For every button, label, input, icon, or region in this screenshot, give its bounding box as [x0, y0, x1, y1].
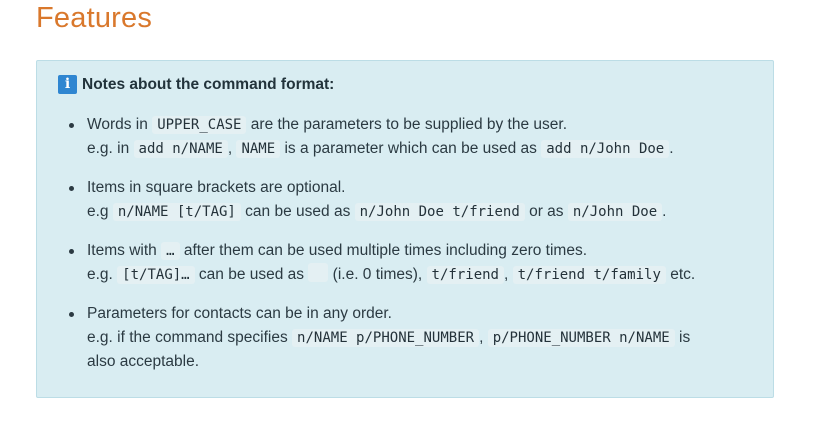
text: , — [503, 266, 513, 283]
text: e.g. — [87, 266, 118, 283]
text: Items in square brackets are optional. — [87, 179, 346, 196]
notes-callout: i Notes about the command format: Words … — [36, 60, 774, 398]
inline-code: add n/NAME — [133, 140, 228, 158]
text: e.g — [87, 203, 113, 220]
text: is a parameter which can be used as — [280, 140, 542, 157]
list-item: Items with … after them can be used mult… — [69, 239, 753, 287]
inline-code: UPPER_CASE — [152, 116, 247, 134]
notes-list: Words in UPPER_CASE are the parameters t… — [69, 113, 753, 389]
text: etc. — [665, 266, 696, 283]
text: , — [479, 329, 488, 346]
list-item-line: e.g. if the command specifies n/NAME p/P… — [87, 326, 753, 350]
text: or as — [524, 203, 568, 220]
info-icon: i — [58, 75, 77, 94]
text: . — [669, 140, 674, 157]
empty-inline-code — [308, 263, 329, 282]
list-item-line: also acceptable. — [87, 350, 753, 374]
notes-title: Notes about the command format: — [82, 75, 335, 93]
list-item: Words in UPPER_CASE are the parameters t… — [69, 113, 753, 161]
inline-code: [t/TAG]… — [117, 266, 195, 284]
notes-title-row: i Notes about the command format: — [58, 75, 334, 94]
list-item: Parameters for contacts can be in any or… — [69, 302, 753, 374]
text: e.g. in — [87, 140, 134, 157]
text: . — [662, 203, 667, 220]
list-item: Items in square brackets are optional. e… — [69, 176, 753, 224]
text: can be used as — [240, 203, 355, 220]
list-item-line: e.g n/NAME [t/TAG] can be used as n/John… — [87, 200, 753, 224]
list-item-line: Items with … after them can be used mult… — [87, 239, 753, 263]
text: is — [674, 329, 691, 346]
inline-code: … — [161, 242, 180, 260]
inline-code: n/John Doe t/friend — [354, 203, 525, 221]
text: are the parameters to be supplied by the… — [246, 116, 568, 133]
inline-code: NAME — [236, 140, 281, 158]
page: Features i Notes about the command forma… — [0, 0, 824, 434]
text: (i.e. 0 times), — [328, 266, 427, 283]
list-item-line: Parameters for contacts can be in any or… — [87, 302, 753, 326]
text: Parameters for contacts can be in any or… — [87, 305, 392, 322]
inline-code: t/friend t/family — [512, 266, 666, 284]
inline-code: add n/John Doe — [541, 140, 670, 158]
inline-code: p/PHONE_NUMBER n/NAME — [487, 329, 675, 347]
text: Items with — [87, 242, 162, 259]
list-item-line: e.g. [t/TAG]… can be used as (i.e. 0 tim… — [87, 263, 753, 287]
inline-code: n/John Doe — [567, 203, 663, 221]
list-item-line: Items in square brackets are optional. — [87, 176, 753, 200]
text: can be used as — [194, 266, 309, 283]
page-title: Features — [36, 2, 153, 34]
inline-code: n/NAME p/PHONE_NUMBER — [292, 329, 480, 347]
list-item-line: e.g. in add n/NAME, NAME is a parameter … — [87, 137, 753, 161]
text: after them can be used multiple times in… — [179, 242, 588, 259]
text: e.g. if the command specifies — [87, 329, 293, 346]
text: Words in — [87, 116, 153, 133]
list-item-line: Words in UPPER_CASE are the parameters t… — [87, 113, 753, 137]
inline-code: n/NAME [t/TAG] — [112, 203, 241, 221]
text: also acceptable. — [87, 353, 200, 370]
inline-code: t/friend — [426, 266, 504, 284]
